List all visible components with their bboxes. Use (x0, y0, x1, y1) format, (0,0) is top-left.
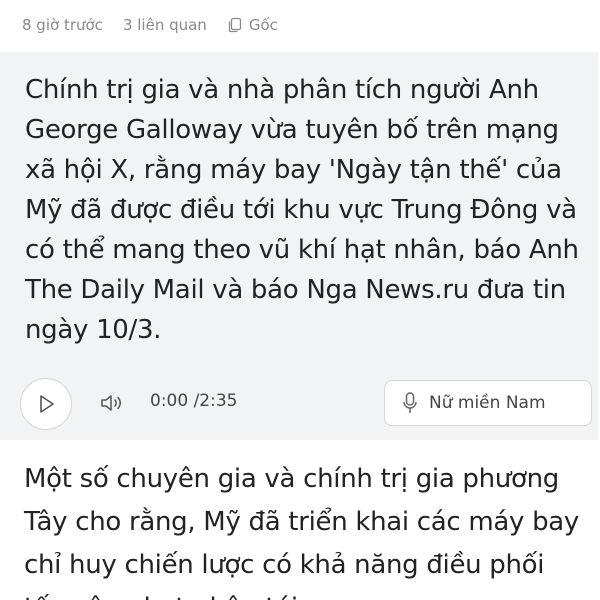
time-display: 0:00 /2:35 (150, 391, 238, 411)
play-button[interactable] (20, 378, 72, 430)
copy-icon (228, 17, 241, 33)
source-link[interactable]: Gốc (227, 16, 278, 34)
volume-icon[interactable] (99, 392, 125, 414)
voice-label: Nữ miền Nam (429, 393, 546, 413)
play-icon (40, 395, 54, 413)
audio-player: 0:00 /2:35 Nữ miền Nam (0, 368, 598, 440)
mic-icon (403, 392, 417, 413)
related-link[interactable]: 3 liên quan (123, 16, 207, 34)
article-paragraph: Một số chuyên gia và chính trị gia phươn… (24, 464, 580, 600)
time-ago: 8 giờ trước (22, 16, 103, 34)
sapo-text: Chính trị gia và nhà phân tích người Anh… (25, 75, 579, 345)
article-meta: 8 giờ trước 3 liên quan Gốc (22, 14, 298, 36)
source-label: Gốc (248, 16, 278, 34)
voice-select[interactable]: Nữ miền Nam (384, 380, 592, 426)
